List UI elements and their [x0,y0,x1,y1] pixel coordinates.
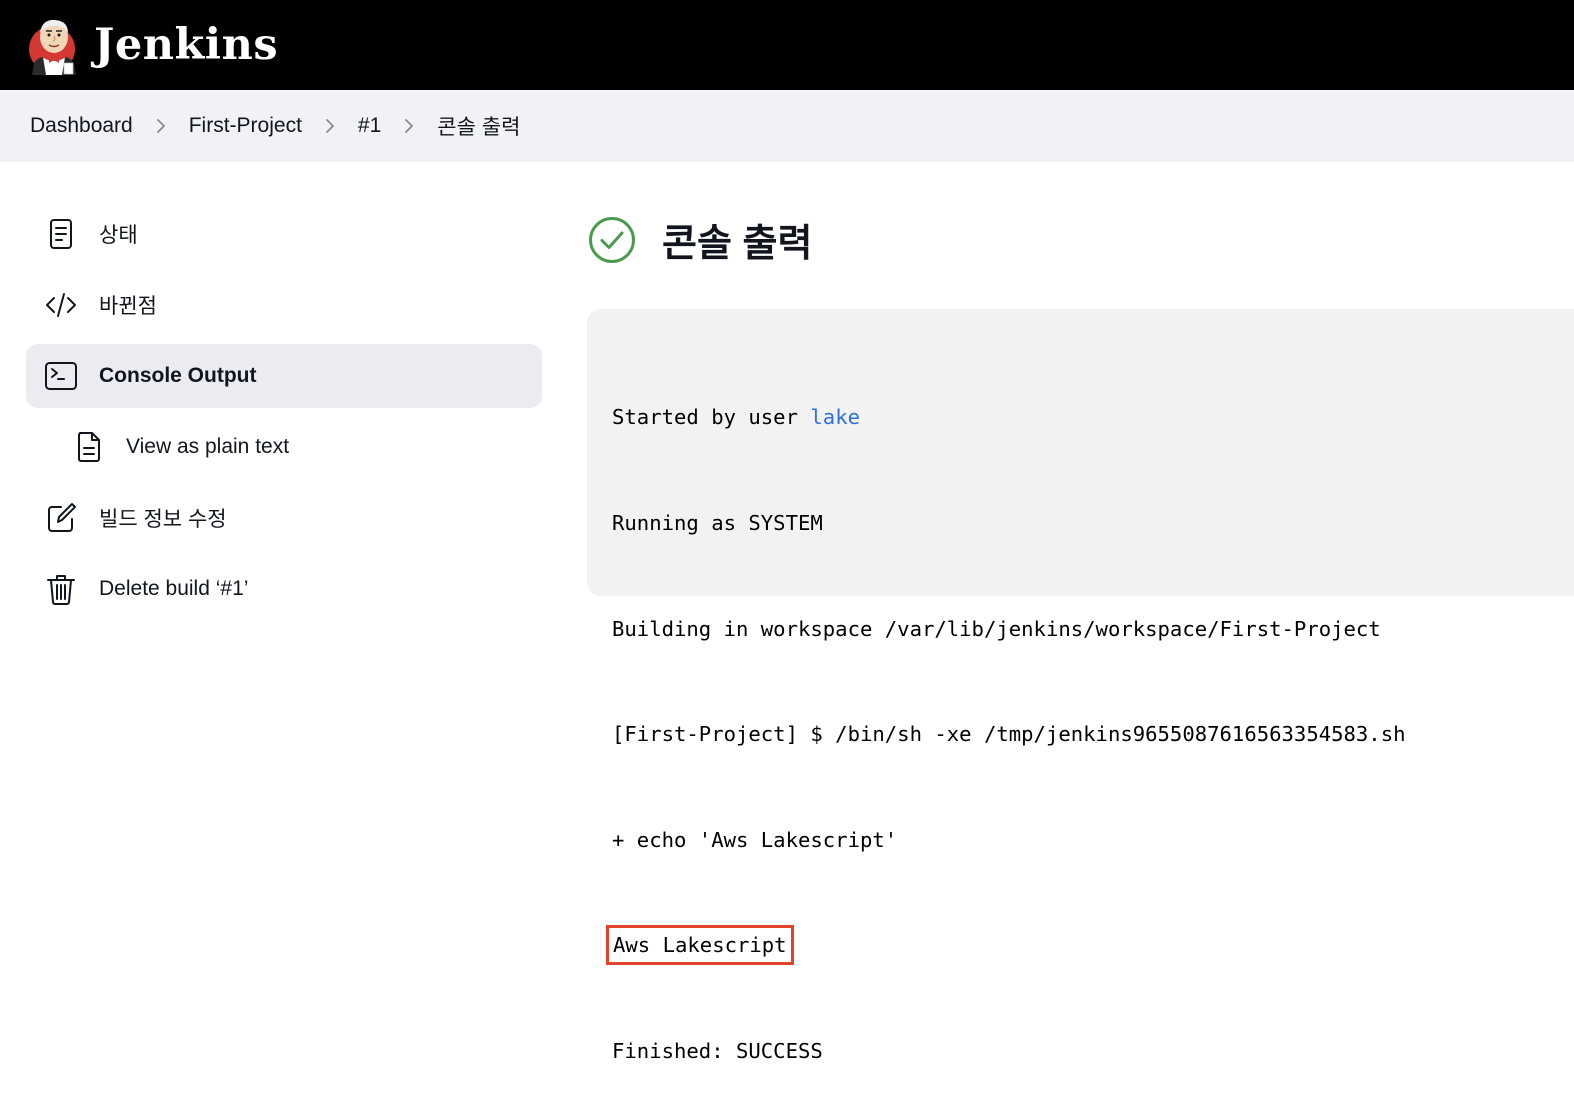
chevron-right-icon [302,114,358,138]
breadcrumb: Dashboard First-Project #1 콘솔 출력 [0,90,1574,162]
console-line: [First-Project] $ /bin/sh -xe /tmp/jenki… [612,722,1406,747]
sidebar-item-status[interactable]: 상태 [26,202,542,266]
console-line: Running as SYSTEM [612,511,823,535]
sidebar: 상태 바뀐점 Console Output View as plain text [26,202,542,628]
sidebar-item-label: View as plain text [126,435,290,458]
sidebar-item-label: 빌드 정보 수정 [99,508,227,531]
code-icon [44,288,78,322]
trash-icon [44,572,78,606]
file-text-icon [72,430,106,464]
breadcrumb-dashboard[interactable]: Dashboard [30,114,133,138]
jenkins-butler-icon[interactable] [28,13,80,77]
sidebar-item-label: Console Output [99,364,257,387]
breadcrumb-project[interactable]: First-Project [189,114,302,138]
breadcrumb-console-output[interactable]: 콘솔 출력 [437,111,520,141]
console-line-highlighted: Aws Lakescript [606,925,1574,966]
highlight-annotation: Aws Lakescript [606,925,794,966]
console-line: + echo 'Aws Lakescript' [612,827,898,852]
sidebar-item-changes[interactable]: 바뀐점 [26,273,542,337]
console-output[interactable]: Started by user lake Running as SYSTEM B… [587,309,1574,1063]
sidebar-item-label: 상태 [99,224,138,247]
console-line: Finished: SUCCESS [612,1038,823,1063]
top-header: Jenkins [0,0,1574,90]
sidebar-item-plain-text[interactable]: View as plain text [26,415,542,479]
console-line: Started by user lake [612,400,1574,435]
page-header: 콘솔 출력 [588,212,812,267]
sidebar-item-label: Delete build ‘#1’ [99,577,249,600]
chevron-right-icon [133,114,189,138]
breadcrumb-build[interactable]: #1 [358,114,381,138]
document-icon [44,217,78,251]
success-check-icon [588,216,636,264]
sidebar-item-console-output[interactable]: Console Output [26,344,542,408]
console-started-by: Started by user [612,405,811,430]
chevron-right-icon [381,114,437,138]
sidebar-item-delete-build[interactable]: Delete build ‘#1’ [26,557,542,621]
sidebar-item-edit-build[interactable]: 빌드 정보 수정 [26,486,542,550]
edit-icon [44,501,78,535]
user-link[interactable]: lake [810,405,860,429]
terminal-icon [44,359,78,393]
brand-name[interactable]: Jenkins [94,20,278,70]
page-title: 콘솔 출력 [662,223,813,265]
console-line: Building in workspace /var/lib/jenkins/w… [612,616,1381,641]
sidebar-item-label: 바뀐점 [99,295,157,318]
